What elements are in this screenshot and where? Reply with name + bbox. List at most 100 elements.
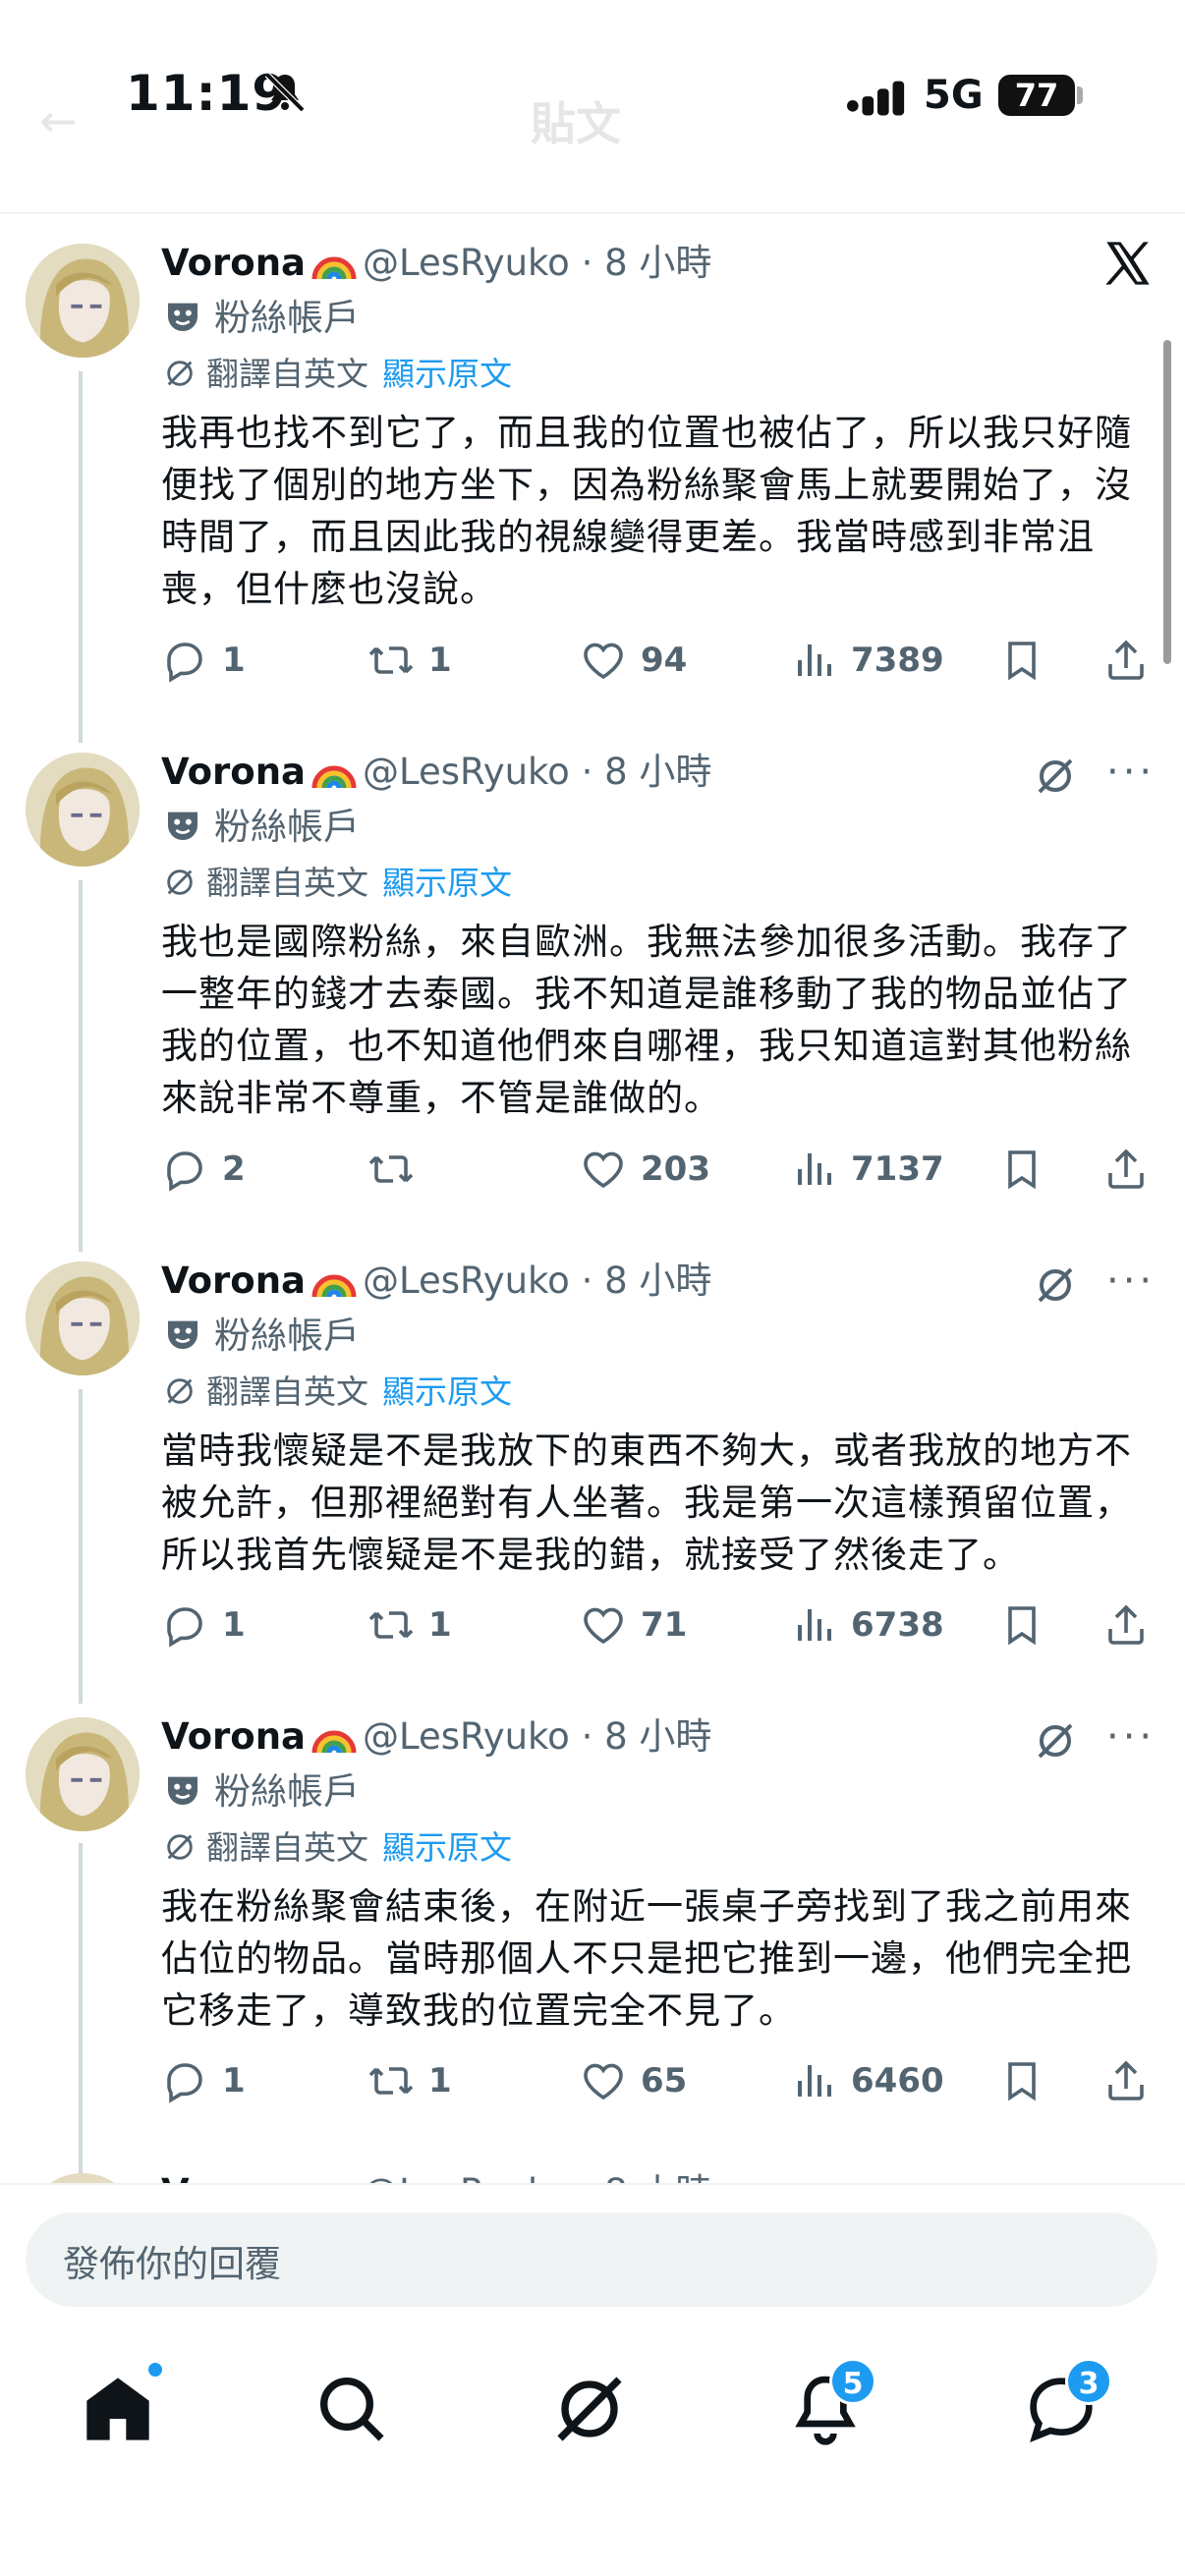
share-icon xyxy=(1108,640,1144,680)
translated-from-label: 翻譯自英文 xyxy=(206,864,368,902)
views-count: 6460 xyxy=(851,2061,944,2100)
like-count: 65 xyxy=(641,2061,688,2100)
more-options-icon[interactable]: ··· xyxy=(1106,1717,1156,1757)
retweet-icon xyxy=(368,1155,414,1183)
bookmark-icon xyxy=(1008,2062,1036,2101)
bookmark-button[interactable] xyxy=(998,2051,1045,2110)
translation-row: 翻譯自英文 顯示原文 xyxy=(163,350,512,399)
rainbow-icon xyxy=(311,1274,357,1298)
reply-icon xyxy=(167,2063,202,2103)
nav-grok[interactable] xyxy=(550,2370,629,2448)
timestamp[interactable]: 8 小時 xyxy=(604,242,711,284)
share-button[interactable] xyxy=(1102,631,1150,690)
author-handle[interactable]: @LesRyuko xyxy=(363,1715,570,1758)
like-button[interactable]: 94 xyxy=(580,631,687,690)
avatar[interactable] xyxy=(26,1717,140,1831)
translate-icon xyxy=(167,869,193,895)
fan-account-label: 粉絲帳戶 xyxy=(163,802,360,853)
mask-icon xyxy=(168,1776,198,1805)
author-name[interactable]: Vorona xyxy=(161,242,306,284)
heart-icon xyxy=(584,1607,623,1645)
separator-dot: · xyxy=(581,1260,593,1302)
fan-account-text: 粉絲帳戶 xyxy=(214,1770,360,1813)
author-handle[interactable]: @LesRyuko xyxy=(363,1260,570,1302)
translated-from-label: 翻譯自英文 xyxy=(206,1828,368,1867)
retweet-button[interactable] xyxy=(367,1140,428,1199)
more-options-icon[interactable]: ··· xyxy=(1106,753,1156,792)
grok-icon[interactable] xyxy=(1032,1717,1079,1764)
analytics-icon xyxy=(798,2065,831,2097)
grok-icon[interactable] xyxy=(1032,753,1079,800)
show-original-link[interactable]: 顯示原文 xyxy=(382,355,512,393)
author-name[interactable]: Vorona xyxy=(161,751,306,793)
retweet-button[interactable]: 1 xyxy=(367,631,452,690)
fan-account-text: 粉絲帳戶 xyxy=(214,1315,360,1357)
retweet-button[interactable]: 1 xyxy=(367,1596,452,1654)
reply-input[interactable]: 發佈你的回覆 xyxy=(26,2212,1157,2307)
share-button[interactable] xyxy=(1102,1596,1150,1654)
bookmark-button[interactable] xyxy=(998,1140,1045,1199)
rainbow-icon xyxy=(311,765,357,789)
author-name[interactable]: Vorona xyxy=(161,1715,306,1758)
silent-bell-icon xyxy=(264,72,306,113)
timestamp[interactable]: 8 小時 xyxy=(604,1260,711,1302)
timestamp[interactable]: 8 小時 xyxy=(604,751,711,793)
heart-icon xyxy=(584,2063,623,2100)
like-button[interactable]: 71 xyxy=(580,1596,687,1654)
avatar[interactable] xyxy=(26,244,140,358)
back-arrow-icon[interactable]: ← xyxy=(39,94,78,147)
like-button[interactable]: 203 xyxy=(580,1140,710,1199)
author-handle[interactable]: @LesRyuko xyxy=(363,242,570,284)
views-button[interactable]: 7389 xyxy=(790,631,944,690)
share-button[interactable] xyxy=(1102,2051,1150,2110)
heart-icon xyxy=(584,1151,623,1189)
rainbow-icon xyxy=(311,256,357,280)
analytics-icon xyxy=(798,644,831,676)
nav-search[interactable] xyxy=(312,2370,391,2448)
scrollbar[interactable] xyxy=(1163,340,1171,664)
show-original-link[interactable]: 顯示原文 xyxy=(382,1372,512,1411)
like-button[interactable]: 65 xyxy=(580,2051,687,2110)
reply-button[interactable]: 1 xyxy=(161,1596,246,1654)
views-button[interactable]: 6460 xyxy=(790,2051,944,2110)
views-button[interactable]: 7137 xyxy=(790,1140,944,1199)
fan-account-label: 粉絲帳戶 xyxy=(163,1766,360,1818)
page-title: 貼文 xyxy=(531,97,621,150)
author-handle[interactable]: @LesRyuko xyxy=(363,751,570,793)
nav-home[interactable] xyxy=(79,2360,165,2448)
views-count: 6738 xyxy=(851,1605,944,1645)
reply-count: 1 xyxy=(222,641,246,680)
avatar[interactable] xyxy=(26,1261,140,1375)
reply-button[interactable]: 1 xyxy=(161,2051,246,2110)
views-count: 7389 xyxy=(851,641,944,680)
fan-account-label: 粉絲帳戶 xyxy=(163,1311,360,1362)
retweet-button[interactable]: 1 xyxy=(367,2051,452,2110)
reply-button[interactable]: 2 xyxy=(161,1140,246,1199)
tweet-header: Vorona @LesRyuko · 8 小時 xyxy=(161,1256,711,1307)
timestamp[interactable]: 8 小時 xyxy=(604,1715,711,1758)
status-bar: ← 貼文 11:19 5G 77 xyxy=(0,0,1185,196)
avatar[interactable] xyxy=(26,753,140,867)
views-button[interactable]: 6738 xyxy=(790,1596,944,1654)
more-options-icon[interactable]: ··· xyxy=(1106,1261,1156,1301)
reply-icon xyxy=(167,643,202,683)
translate-icon xyxy=(167,1378,193,1404)
nav-messages[interactable]: 3 xyxy=(1022,2358,1112,2448)
show-original-link[interactable]: 顯示原文 xyxy=(382,1828,512,1867)
reply-icon xyxy=(167,1607,202,1648)
bookmark-button[interactable] xyxy=(998,631,1045,690)
bookmark-button[interactable] xyxy=(998,1596,1045,1654)
rainbow-icon xyxy=(311,1730,357,1754)
retweet-count: 1 xyxy=(428,641,452,680)
show-original-link[interactable]: 顯示原文 xyxy=(382,864,512,902)
reply-button[interactable]: 1 xyxy=(161,631,246,690)
translated-from-label: 翻譯自英文 xyxy=(206,1372,368,1411)
analytics-icon xyxy=(798,1153,831,1185)
share-button[interactable] xyxy=(1102,1140,1150,1199)
mask-icon xyxy=(168,812,198,840)
separator-dot: · xyxy=(581,242,593,284)
retweet-icon xyxy=(368,1611,414,1639)
nav-notifications[interactable]: 5 xyxy=(786,2358,876,2448)
author-name[interactable]: Vorona xyxy=(161,1260,306,1302)
grok-icon[interactable] xyxy=(1032,1261,1079,1309)
